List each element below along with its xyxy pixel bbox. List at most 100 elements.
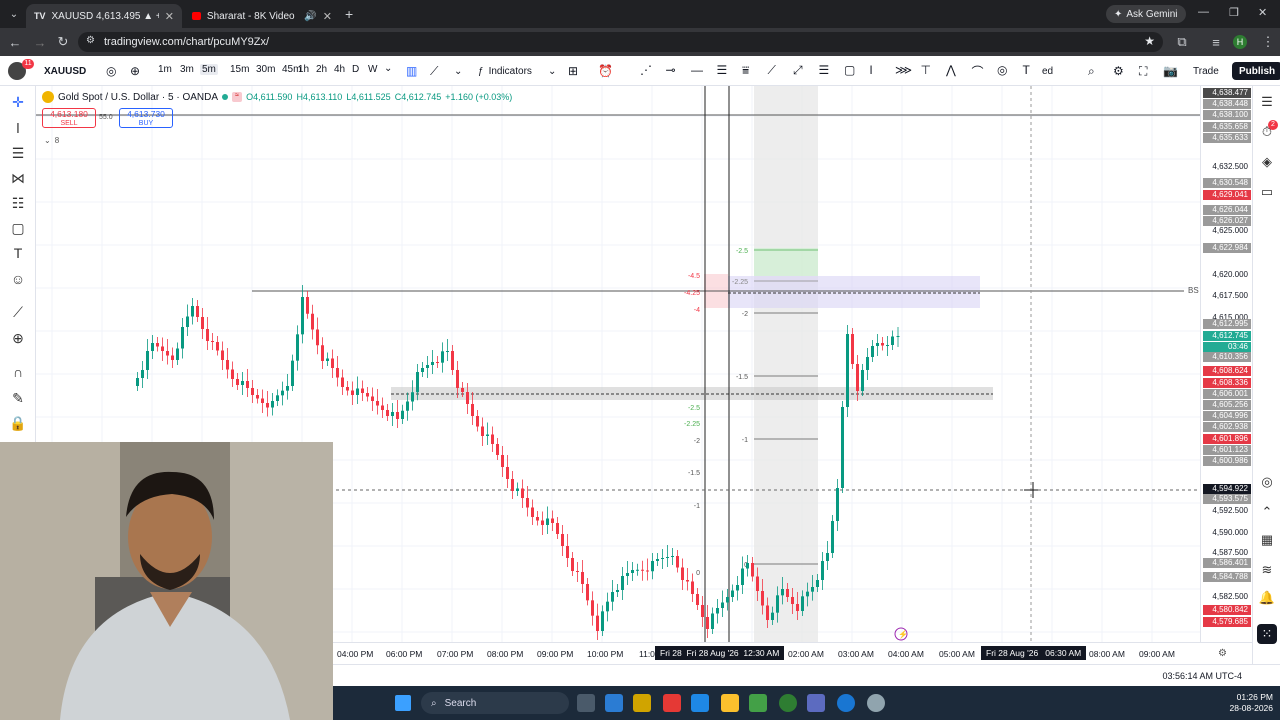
crosshair-icon[interactable]: ✛ <box>8 92 28 112</box>
interval-D[interactable]: D <box>352 64 359 75</box>
rectangle-icon[interactable]: ▢ <box>844 63 855 77</box>
pitchfork-icon[interactable]: ⋙ <box>895 63 912 77</box>
chrome-icon[interactable] <box>779 694 797 712</box>
templates-icon[interactable]: ⊞ <box>568 63 578 79</box>
horizontal-line-icon[interactable]: — <box>691 63 703 77</box>
ray-icon[interactable]: ⤢ <box>793 63 803 78</box>
settings-app-icon[interactable] <box>867 694 885 712</box>
media-icon[interactable]: ≡ <box>1206 32 1226 52</box>
broadcast-icon[interactable]: ≋ <box>1257 560 1277 580</box>
tab-youtube[interactable]: Shararat - 8K Video | Dhura 🔊 ✕ <box>184 4 340 28</box>
patterns-icon[interactable]: ☷ <box>8 193 28 213</box>
taskbar-clock[interactable]: 01:26 PM 28-08-2026 <box>1201 692 1273 714</box>
add-symbol-icon[interactable]: ⊕ <box>130 63 140 79</box>
symbol-title[interactable]: Gold Spot / U.S. Dollar · 5 · OANDA <box>58 92 218 103</box>
interval-15m[interactable]: 15m <box>230 64 249 75</box>
ask-gemini-button[interactable]: ✦ Ask Gemini <box>1106 5 1186 23</box>
settings-icon[interactable]: ⚙ <box>1113 63 1124 79</box>
reload-icon[interactable]: ↻ <box>53 32 73 52</box>
horizontal-ray-icon[interactable]: ⊸ <box>666 63 676 77</box>
time-axis[interactable]: Fri 28 Fri 28 Aug '26 12:30 AM Fri 28 Au… <box>333 642 1252 664</box>
new-tab-icon[interactable]: + <box>345 6 353 22</box>
interval-4h[interactable]: 4h <box>334 64 345 75</box>
curve-icon[interactable]: ⌒ <box>972 63 984 80</box>
interval-3m[interactable]: 3m <box>180 64 194 75</box>
price-axis[interactable]: 4,632.500 4,625.000 4,620.000 4,617.500 4,61… <box>1200 86 1252 642</box>
indicators-button[interactable]: ƒ Indicators <box>478 63 532 79</box>
interval-5m[interactable]: 5m <box>200 64 218 75</box>
vertical-line-icon[interactable]: ǀ <box>870 63 873 77</box>
apps-grid-icon[interactable]: ⁙ <box>1257 624 1277 644</box>
axis-settings-icon[interactable]: ⚙ <box>1218 648 1227 659</box>
watchlist-icon[interactable]: ☰ <box>1257 92 1277 112</box>
fib-icon[interactable]: ⋈ <box>8 168 28 188</box>
outlook-icon[interactable] <box>605 694 623 712</box>
store-icon[interactable] <box>633 694 651 712</box>
extensions-icon[interactable]: ⧉ <box>1172 32 1192 52</box>
parallel-channel-icon[interactable]: ☰ <box>717 63 728 77</box>
timezone-clock[interactable]: 03:56:14 AM UTC-4 <box>1162 671 1242 681</box>
interval-2h[interactable]: 2h <box>316 64 327 75</box>
address-bar[interactable]: ⚙ tradingview.com/chart/pcuMY9Zx/ ★ <box>78 32 1163 52</box>
interval-30m[interactable]: 30m <box>256 64 275 75</box>
fullscreen-icon[interactable]: ⛶ <box>1139 63 1147 79</box>
indicators-collapse[interactable]: ⌄ 8 <box>44 136 59 145</box>
maximize-icon[interactable]: ❐ <box>1229 6 1239 19</box>
minimize-icon[interactable]: — <box>1198 6 1209 18</box>
fib-channel-icon[interactable]: ⩸ <box>742 63 749 78</box>
app-blue-icon[interactable] <box>691 694 709 712</box>
trend-line-icon[interactable]: ☰ <box>8 143 28 163</box>
chevron-down-icon[interactable]: ⌄ <box>548 63 556 79</box>
compare-icon[interactable]: ◎ <box>106 63 116 79</box>
taskbar-search[interactable]: ⌕ Search <box>421 692 569 714</box>
interval-1m[interactable]: 1m <box>158 64 172 75</box>
bookmark-star-icon[interactable]: ★ <box>1144 34 1155 48</box>
chrome-alt-icon[interactable] <box>837 694 855 712</box>
file-explorer-icon[interactable] <box>721 694 739 712</box>
chevron-down-icon[interactable]: ⌄ <box>454 63 462 79</box>
bell-icon[interactable]: 🔔 <box>1257 588 1277 608</box>
emoji-icon[interactable]: ☺ <box>8 269 28 289</box>
cursor-icon[interactable]: ǀ <box>8 118 28 138</box>
close-window-icon[interactable]: ✕ <box>1258 6 1267 19</box>
zoom-in-icon[interactable]: ⊕ <box>8 328 28 348</box>
tab-tradingview[interactable]: TV XAUUSD 4,613.495 ▲ +0.25% U ✕ <box>26 4 182 28</box>
circle-icon[interactable]: ◎ <box>997 63 1007 77</box>
camera-icon[interactable]: 📷 <box>1163 63 1178 79</box>
lock-icon[interactable]: 🔒 <box>8 413 28 433</box>
symbol-search[interactable]: XAUUSD <box>44 63 86 79</box>
ruler-icon[interactable]: ⟋ <box>8 302 28 322</box>
app-red-icon[interactable] <box>663 694 681 712</box>
windows-start-icon[interactable] <box>395 695 411 711</box>
tab-search-icon[interactable]: ⌄ <box>6 6 22 22</box>
text-icon[interactable]: T <box>1023 63 1030 77</box>
buy-button[interactable]: 4,613.730 BUY <box>119 108 173 128</box>
publish-button[interactable]: Publish <box>1232 62 1280 80</box>
chevron-down-icon[interactable]: ⌄ <box>384 63 392 74</box>
menu-kebab-icon[interactable]: ⋮ <box>1258 32 1278 52</box>
alert-icon[interactable]: ⏰ <box>598 63 613 79</box>
chat-icon[interactable]: ▭ <box>1257 182 1277 202</box>
text-icon[interactable]: T <box>8 243 28 263</box>
back-icon[interactable]: ← <box>5 32 25 52</box>
line-chart-icon[interactable]: ⟋ <box>430 63 438 79</box>
pencil-lock-icon[interactable]: ✎ <box>8 388 28 408</box>
app-purple-icon[interactable] <box>807 694 825 712</box>
layers-icon[interactable]: ◈ <box>1257 152 1277 172</box>
task-view-icon[interactable] <box>577 694 595 712</box>
xbox-icon[interactable] <box>749 694 767 712</box>
pattern-icon[interactable]: ⋰ <box>640 63 652 77</box>
fib-retracement-icon[interactable]: ☰ <box>819 63 830 77</box>
forward-icon[interactable]: → <box>30 32 50 52</box>
calendar-icon[interactable]: ▦ <box>1257 530 1277 550</box>
profile-avatar[interactable]: H <box>1233 35 1247 49</box>
hotlist-icon[interactable]: ⌃ <box>1257 502 1277 522</box>
anchored-text-icon[interactable]: ⊤ <box>921 63 931 77</box>
rectangle-icon[interactable]: ▢ <box>8 218 28 238</box>
site-info-icon[interactable]: ⚙ <box>86 35 95 46</box>
close-icon[interactable]: ✕ <box>165 10 174 23</box>
interval-1h[interactable]: 1h <box>298 64 309 75</box>
zoom-icon[interactable]: ⌕ <box>1088 63 1095 79</box>
close-icon[interactable]: ✕ <box>323 10 332 23</box>
target-icon[interactable]: ◎ <box>1257 472 1277 492</box>
